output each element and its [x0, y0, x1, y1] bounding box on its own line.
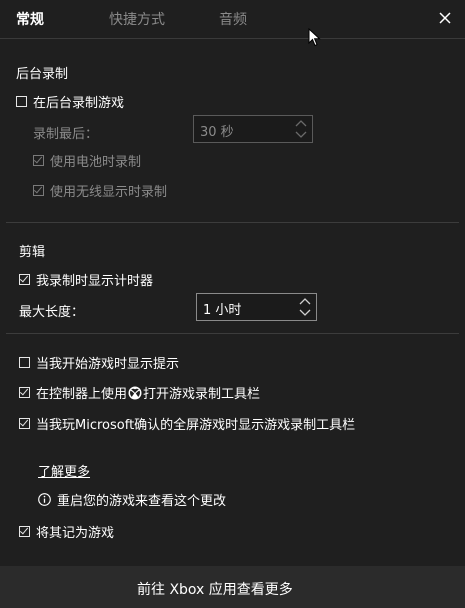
game-bar-settings-panel: 常规 快捷方式 音频 后台录制 在后台录制游戏 录制最后： 30 秒 使用电池时… — [0, 0, 465, 608]
show-tips-label: 当我开始游戏时显示提示 — [36, 357, 180, 372]
tab-bar: 常规 快捷方式 音频 — [0, 0, 465, 39]
show-tips-checkbox[interactable]: 当我开始游戏时显示提示 — [19, 353, 179, 372]
record-on-battery-checkbox[interactable]: 使用电池时录制 — [33, 151, 141, 170]
mouse-cursor-icon — [308, 28, 321, 47]
restart-notice-text: 重启您的游戏来查看这个更改 — [57, 494, 227, 509]
spinner-arrows-icon[interactable] — [294, 118, 308, 140]
open-xbox-app-button[interactable]: 前往 Xbox 应用查看更多 — [0, 566, 465, 608]
record-wireless-display-label: 使用无线显示时录制 — [50, 185, 168, 200]
tab-audio[interactable]: 音频 — [219, 9, 247, 29]
checkbox-box[interactable] — [19, 357, 30, 368]
checkbox-box[interactable] — [33, 185, 44, 196]
tab-general[interactable]: 常规 — [16, 9, 44, 29]
close-icon[interactable] — [436, 9, 454, 27]
record-last-value: 30 秒 — [200, 125, 234, 140]
checkbox-box[interactable] — [19, 418, 30, 429]
max-length-value: 1 小时 — [203, 303, 242, 318]
section-divider — [6, 222, 459, 223]
record-last-label: 录制最后： — [33, 127, 99, 142]
record-in-background-label: 在后台录制游戏 — [33, 96, 125, 111]
record-last-spinner[interactable]: 30 秒 — [193, 115, 313, 143]
clips-heading: 剪辑 — [19, 245, 46, 260]
fullscreen-toolbar-label: 当我玩Microsoft确认的全屏游戏时显示游戏录制工具栏 — [36, 418, 356, 433]
checkbox-box[interactable] — [16, 96, 27, 107]
show-timer-label: 我录制时显示计时器 — [36, 274, 154, 289]
controller-open-toolbar-checkbox[interactable]: 在控制器上使用 打开游戏录制工具栏 — [19, 383, 260, 402]
open-xbox-app-label: 前往 Xbox 应用查看更多 — [137, 582, 293, 598]
remember-as-game-checkbox[interactable]: 将其记为游戏 — [19, 522, 114, 541]
tab-shortcuts[interactable]: 快捷方式 — [109, 9, 165, 29]
record-wireless-display-checkbox[interactable]: 使用无线显示时录制 — [33, 181, 167, 200]
background-recording-heading: 后台录制 — [16, 67, 69, 82]
checkbox-box[interactable] — [19, 274, 30, 285]
spinner-arrows-icon[interactable] — [298, 296, 312, 318]
restart-notice: 重启您的游戏来查看这个更改 — [38, 490, 226, 509]
show-timer-checkbox[interactable]: 我录制时显示计时器 — [19, 270, 153, 289]
record-on-battery-label: 使用电池时录制 — [50, 155, 142, 170]
record-in-background-checkbox[interactable]: 在后台录制游戏 — [16, 92, 124, 111]
max-length-spinner[interactable]: 1 小时 — [196, 293, 317, 321]
controller-open-toolbar-label-before: 在控制器上使用 — [36, 387, 128, 402]
max-length-label: 最大长度： — [19, 305, 85, 320]
checkbox-box[interactable] — [33, 155, 44, 166]
controller-open-toolbar-label-after: 打开游戏录制工具栏 — [143, 387, 261, 402]
checkbox-box[interactable] — [19, 526, 30, 537]
fullscreen-toolbar-checkbox[interactable]: 当我玩Microsoft确认的全屏游戏时显示游戏录制工具栏 — [19, 414, 355, 433]
remember-as-game-label: 将其记为游戏 — [36, 526, 115, 541]
info-icon — [38, 493, 51, 506]
checkbox-box[interactable] — [19, 387, 30, 398]
xbox-logo-icon — [128, 386, 142, 399]
section-divider — [6, 333, 459, 334]
learn-more-link[interactable]: 了解更多 — [38, 461, 90, 480]
